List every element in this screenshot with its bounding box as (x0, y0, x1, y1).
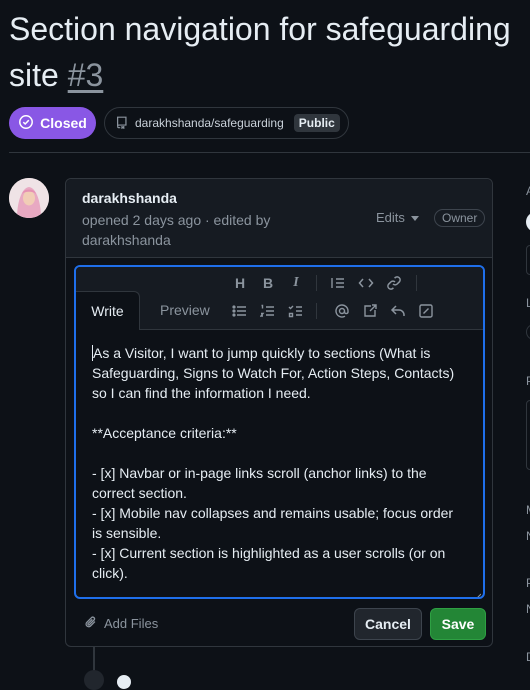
owner-badge: Owner (434, 209, 486, 227)
cancel-button[interactable]: Cancel (354, 608, 422, 640)
toolbar-separator (416, 275, 417, 291)
sidebar-project-fragment[interactable] (526, 400, 530, 470)
code-icon[interactable] (356, 273, 376, 293)
edits-label: Edits (376, 210, 405, 225)
cross-reference-icon[interactable] (360, 301, 380, 321)
comment-text-first: As a Visitor, I want to jump quickly to … (92, 345, 459, 401)
sidebar-fragment: L (526, 296, 530, 310)
heading-button[interactable]: H (230, 273, 250, 293)
tab-write[interactable]: Write (76, 291, 140, 330)
sidebar-control-fragment[interactable] (526, 245, 530, 275)
closed-issue-icon (18, 114, 34, 133)
issue-state-badge: Closed (9, 107, 96, 139)
timeline-line (93, 647, 95, 671)
task-list-icon[interactable] (286, 301, 306, 321)
sidebar-fragment: A (526, 184, 530, 198)
editor-toolbar-area: Write Preview H B I (76, 267, 483, 330)
triangle-down-icon (410, 210, 419, 225)
issue-title: Section navigation for safeguarding site… (9, 6, 524, 98)
sidebar-fragment: N (526, 602, 530, 616)
sidebar-fragment: N (526, 529, 530, 543)
header-divider (9, 152, 530, 153)
add-files-button[interactable]: Add Files (84, 615, 158, 632)
sidebar-fragment: M (526, 503, 530, 517)
tab-preview[interactable]: Preview (160, 302, 210, 318)
sidebar-avatar-fragment[interactable] (526, 212, 530, 232)
link-icon[interactable] (384, 273, 404, 293)
resize-handle-icon[interactable] (473, 587, 482, 597)
paperclip-icon (84, 615, 98, 632)
ordered-list-icon[interactable] (258, 301, 278, 321)
comment-box: darakhshanda opened 2 days ago · edited … (65, 178, 493, 647)
comment-header: darakhshanda opened 2 days ago · edited … (66, 179, 492, 258)
toolbar-separator (316, 303, 317, 319)
repo-name: darakhshanda/safeguarding (135, 116, 284, 130)
save-button[interactable]: Save (430, 608, 486, 640)
unordered-list-icon[interactable] (230, 301, 250, 321)
slash-commands-icon[interactable] (416, 301, 436, 321)
comment-author[interactable]: darakhshanda (82, 190, 177, 206)
add-files-label: Add Files (104, 616, 159, 631)
sidebar-fragment: D (526, 650, 530, 664)
mention-icon[interactable] (332, 301, 352, 321)
sidebar-label-fragment[interactable] (526, 324, 530, 340)
timeline-avatar (117, 675, 131, 689)
comment-meta: opened 2 days ago · edited by darakhshan… (82, 212, 271, 248)
edits-dropdown[interactable]: Edits (376, 210, 419, 225)
sidebar-fragment: P (526, 576, 530, 590)
quote-icon[interactable] (328, 273, 348, 293)
italic-button[interactable]: I (286, 273, 306, 293)
sidebar-fragment: P (526, 374, 530, 388)
toolbar-separator (316, 275, 317, 291)
bold-button[interactable]: B (258, 273, 278, 293)
visibility-badge: Public (293, 114, 340, 132)
markdown-editor: Write Preview H B I As a Visitor, I want… (74, 265, 485, 599)
timeline-event-icon (84, 670, 104, 690)
repo-icon (115, 115, 129, 132)
issue-number-link[interactable]: #3 (68, 57, 104, 93)
repo-pill[interactable]: darakhshanda/safeguarding Public (104, 107, 349, 139)
avatar[interactable] (9, 178, 49, 218)
comment-text-rest: **Acceptance criteria:** - [x] Navbar or… (92, 425, 454, 581)
issue-state-label: Closed (40, 115, 87, 131)
comment-textarea[interactable]: As a Visitor, I want to jump quickly to … (76, 329, 483, 597)
reply-icon[interactable] (388, 301, 408, 321)
